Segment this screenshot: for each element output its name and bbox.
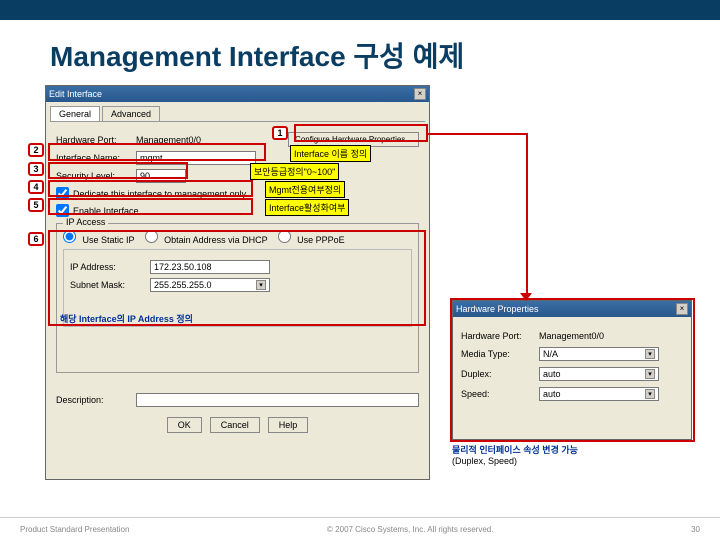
highlight-interface-name [48, 143, 266, 161]
callout-5: 5 [28, 198, 44, 212]
description-label: Description: [56, 395, 136, 405]
slide-title: Management Interface 구성 예제 [50, 35, 464, 75]
callout-4-label: Mgmt전용여부정의 [265, 181, 345, 198]
hw-annotation: 물리적 인터페이스 속성 변경 가능 (Duplex, Speed) [452, 443, 692, 466]
callout-3-label: 보안등급정의"0~100" [250, 163, 339, 180]
highlight-security-level [48, 162, 188, 179]
edit-window-title: Edit Interface [49, 89, 102, 99]
callout-5-label: Interface활성화여부 [265, 199, 349, 216]
footer-left: Product Standard Presentation [20, 525, 129, 534]
hw-annotation-en: (Duplex, Speed) [452, 456, 692, 466]
tab-advanced[interactable]: Advanced [102, 106, 160, 121]
highlight-enable-interface [48, 198, 253, 215]
footer-mid: © 2007 Cisco Systems, Inc. All rights re… [327, 525, 493, 534]
slide-top-bar [0, 0, 720, 20]
edit-titlebar: Edit Interface × [46, 86, 429, 102]
callout-6-label: 해당 Interface의 IP Address 정의 [60, 312, 193, 325]
footer: Product Standard Presentation © 2007 Cis… [20, 525, 700, 534]
cancel-button[interactable]: Cancel [210, 417, 260, 433]
callout-4: 4 [28, 180, 44, 194]
callout-2: 2 [28, 143, 44, 157]
tabs: General Advanced [50, 106, 425, 122]
callout-6: 6 [28, 232, 44, 246]
description-input[interactable] [136, 393, 419, 407]
highlight-dedicate-mgmt [48, 180, 253, 197]
callout-2-label: Interface 이름 정의 [290, 145, 371, 162]
callout-3: 3 [28, 162, 44, 176]
hw-annotation-kr: 물리적 인터페이스 속성 변경 가능 [452, 443, 692, 456]
footer-divider [0, 517, 720, 518]
arrow-v [526, 133, 528, 300]
callout-1: 1 [272, 126, 288, 140]
arrow-h [428, 133, 528, 135]
ip-access-frame-title: IP Access [63, 217, 108, 227]
help-button[interactable]: Help [268, 417, 309, 433]
highlight-hardware-window [450, 298, 695, 442]
page-number: 30 [691, 525, 700, 534]
tab-general[interactable]: General [50, 106, 100, 121]
close-icon[interactable]: × [414, 88, 426, 100]
highlight-configure-hardware [294, 124, 428, 142]
ok-button[interactable]: OK [167, 417, 202, 433]
